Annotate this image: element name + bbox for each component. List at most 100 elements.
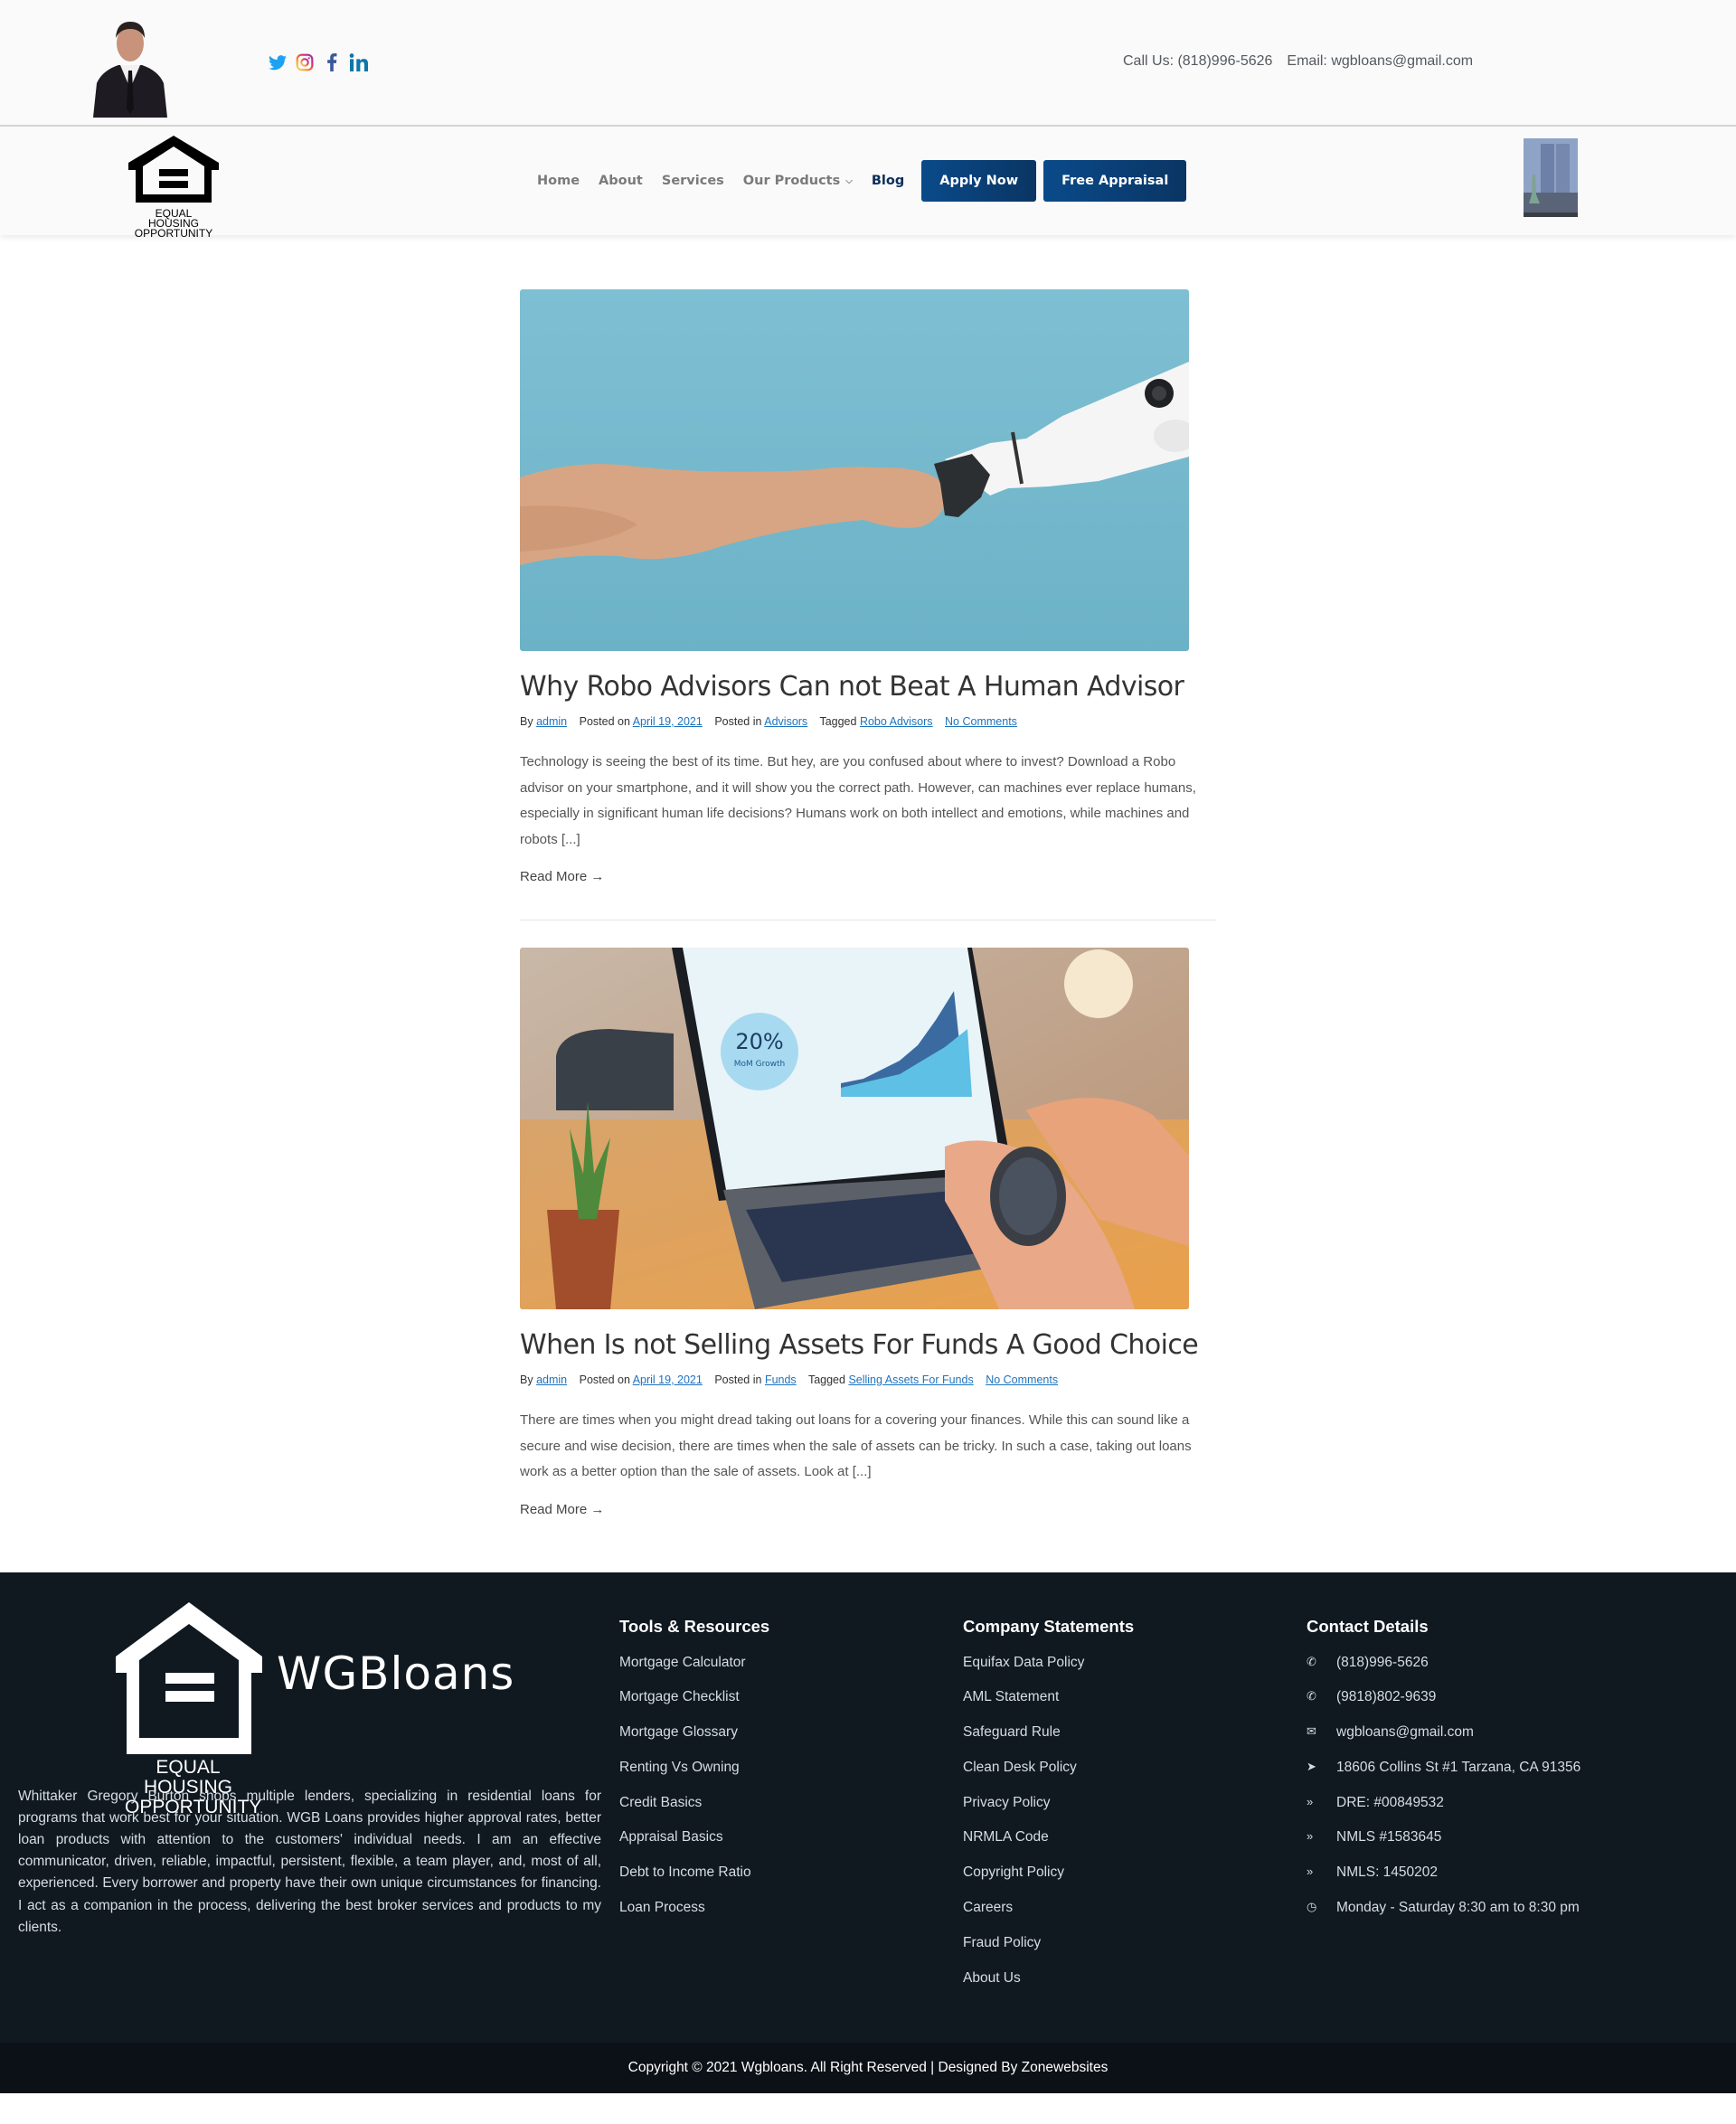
- nav-about[interactable]: About: [599, 174, 643, 188]
- post-featured-image[interactable]: [520, 289, 1189, 651]
- image-overlay-label: MoM Growth: [734, 1060, 785, 1069]
- location-arrow-icon: ➤: [1307, 1759, 1316, 1773]
- post-comments-link[interactable]: No Comments: [945, 715, 1017, 728]
- company-link[interactable]: AML Statement: [963, 1689, 1134, 1724]
- header-phone[interactable]: Call Us: (818)996-5626: [1123, 53, 1272, 70]
- contact-details-column: Contact Details ✆ (818)996-5626 ✆ (9818)802…: [1307, 1617, 1580, 1935]
- post-category-link[interactable]: Funds: [765, 1374, 797, 1386]
- double-chevron-icon: »: [1307, 1864, 1314, 1879]
- post-meta: By admin Posted on April 19, 2021 Posted…: [520, 715, 1017, 728]
- tools-link[interactable]: Mortgage Calculator: [619, 1655, 769, 1690]
- logo-caption: EQUAL HOUSING OPPORTUNITY: [134, 207, 213, 240]
- post-tag-link[interactable]: Robo Advisors: [860, 715, 933, 728]
- post-excerpt: There are times when you might dread tak…: [520, 1412, 1192, 1479]
- company-link[interactable]: Equifax Data Policy: [963, 1655, 1134, 1690]
- tools-link[interactable]: Loan Process: [619, 1900, 769, 1935]
- contact-heading: Contact Details: [1307, 1616, 1429, 1636]
- company-link[interactable]: Copyright Policy: [963, 1864, 1134, 1900]
- tools-resources-column: Tools & Resources Mortgage Calculator Mor…: [619, 1617, 769, 1935]
- contact-item: ✆ (818)996-5626: [1307, 1655, 1580, 1690]
- company-link[interactable]: Clean Desk Policy: [963, 1760, 1134, 1795]
- tools-link[interactable]: Appraisal Basics: [619, 1829, 769, 1864]
- post-featured-image[interactable]: 20% MoM Growth: [520, 948, 1189, 1309]
- company-link[interactable]: Safeguard Rule: [963, 1724, 1134, 1760]
- contact-text: DRE: #00849532: [1336, 1794, 1444, 1810]
- avatar: [93, 18, 167, 118]
- post-excerpt: Technology is seeing the best of its tim…: [520, 754, 1196, 847]
- contact-text: NMLS #1583645: [1336, 1829, 1442, 1846]
- tools-link[interactable]: Credit Basics: [619, 1795, 769, 1830]
- nav-our-products-label: Our Products: [742, 174, 841, 188]
- free-appraisal-button[interactable]: Free Appraisal: [1043, 160, 1187, 202]
- social-links: [268, 52, 369, 72]
- double-chevron-icon: »: [1307, 1829, 1314, 1844]
- house-icon: [128, 136, 219, 203]
- phone-icon: ✆: [1307, 1689, 1316, 1704]
- linkedin-icon[interactable]: [349, 52, 369, 72]
- tools-link[interactable]: Mortgage Checklist: [619, 1689, 769, 1724]
- post-tag-link[interactable]: Selling Assets For Funds: [848, 1374, 973, 1386]
- main-navbar: EQUAL HOUSING OPPORTUNITY Home About Ser…: [0, 127, 1736, 239]
- company-link[interactable]: About Us: [963, 1970, 1134, 2006]
- footer-about-text: Whittaker Gregory Burton shops multiple …: [18, 1788, 601, 1935]
- post-meta: By admin Posted on April 19, 2021 Posted…: [520, 1374, 1059, 1386]
- company-statements-column: Company Statements Equifax Data Policy AM…: [963, 1617, 1134, 2006]
- contact-text[interactable]: (9818)802-9639: [1336, 1689, 1436, 1705]
- tools-link[interactable]: Debt to Income Ratio: [619, 1864, 769, 1900]
- top-bar: Call Us: (818)996-5626 Email: wgbloans@g…: [0, 0, 1736, 127]
- instagram-icon[interactable]: [295, 52, 315, 72]
- nav-blog[interactable]: Blog: [872, 174, 904, 188]
- post-date-link[interactable]: April 19, 2021: [633, 1374, 703, 1386]
- copyright-bar: Copyright © 2021 Wgbloans. All Right Res…: [0, 2042, 1736, 2093]
- contact-text[interactable]: wgbloans@gmail.com: [1336, 1724, 1474, 1741]
- copyright-text: Copyright © 2021 Wgbloans. All Right Res…: [627, 2059, 1109, 2075]
- header-contact: Call Us: (818)996-5626 Email: wgbloans@g…: [1123, 53, 1473, 70]
- house-icon: [116, 1601, 262, 1754]
- chevron-down-icon: ⌵: [845, 176, 853, 186]
- envelope-icon: ✉: [1307, 1724, 1316, 1739]
- company-list: Equifax Data Policy AML Statement Safeguar…: [963, 1655, 1134, 2006]
- nav-menu: Home About Services Our Products ⌵ Blog A…: [537, 160, 1195, 202]
- post-category-link[interactable]: Advisors: [764, 715, 807, 728]
- read-more-link[interactable]: Read More →: [520, 869, 604, 884]
- equal-housing-logo[interactable]: EQUAL HOUSING OPPORTUNITY: [128, 136, 219, 239]
- twitter-icon[interactable]: [268, 52, 288, 72]
- nav-our-products[interactable]: Our Products ⌵: [743, 174, 853, 188]
- clock-icon: ◷: [1307, 1900, 1317, 1914]
- image-overlay-percent: 20%: [735, 1029, 783, 1054]
- facebook-icon[interactable]: [322, 52, 342, 72]
- nav-services[interactable]: Services: [662, 174, 724, 188]
- contact-item: ◷ Monday - Saturday 8:30 am to 8:30 pm: [1307, 1900, 1580, 1935]
- contact-text: Monday - Saturday 8:30 am to 8:30 pm: [1336, 1900, 1580, 1916]
- contact-text: NMLS: 1450202: [1336, 1864, 1439, 1881]
- footer-logo[interactable]: EQUAL HOUSING OPPORTUNITY WGBloans: [116, 1601, 514, 1817]
- apply-now-button[interactable]: Apply Now: [921, 160, 1037, 202]
- contact-item: » DRE: #00849532: [1307, 1795, 1580, 1830]
- tools-list: Mortgage Calculator Mortgage Checklist Mor…: [619, 1655, 769, 1935]
- post-title[interactable]: Why Robo Advisors Can not Beat A Human A…: [520, 671, 1243, 703]
- contact-text[interactable]: (818)996-5626: [1336, 1655, 1429, 1671]
- company-heading: Company Statements: [963, 1616, 1135, 1636]
- tools-link[interactable]: Mortgage Glossary: [619, 1724, 769, 1760]
- post-title[interactable]: When Is not Selling Assets For Funds A G…: [520, 1329, 1243, 1361]
- company-link[interactable]: Privacy Policy: [963, 1795, 1134, 1830]
- tools-link[interactable]: Renting Vs Owning: [619, 1760, 769, 1795]
- header-email[interactable]: Email: wgbloans@gmail.com: [1287, 53, 1473, 70]
- post-comments-link[interactable]: No Comments: [986, 1374, 1058, 1386]
- contact-list: ✆ (818)996-5626 ✆ (9818)802-9639 ✉ wgbloans@g…: [1307, 1655, 1580, 1935]
- nav-home[interactable]: Home: [537, 174, 580, 188]
- contact-item: ✆ (9818)802-9639: [1307, 1689, 1580, 1724]
- contact-item: » NMLS #1583645: [1307, 1829, 1580, 1864]
- contact-text: 18606 Collins St #1 Tarzana, CA 91356: [1336, 1759, 1581, 1775]
- blog-list: Why Robo Advisors Can not Beat A Human A…: [520, 235, 1243, 1572]
- company-link[interactable]: Fraud Policy: [963, 1935, 1134, 1970]
- twin-towers-image: [1524, 138, 1578, 217]
- double-chevron-icon: »: [1307, 1794, 1314, 1808]
- site-footer: EQUAL HOUSING OPPORTUNITY WGBloans Whitt…: [0, 1572, 1736, 2043]
- post-author-link[interactable]: admin: [536, 715, 567, 728]
- post-date-link[interactable]: April 19, 2021: [633, 715, 703, 728]
- company-link[interactable]: NRMLA Code: [963, 1829, 1134, 1864]
- post-author-link[interactable]: admin: [536, 1374, 567, 1386]
- company-link[interactable]: Careers: [963, 1900, 1134, 1935]
- read-more-link[interactable]: Read More →: [520, 1502, 604, 1517]
